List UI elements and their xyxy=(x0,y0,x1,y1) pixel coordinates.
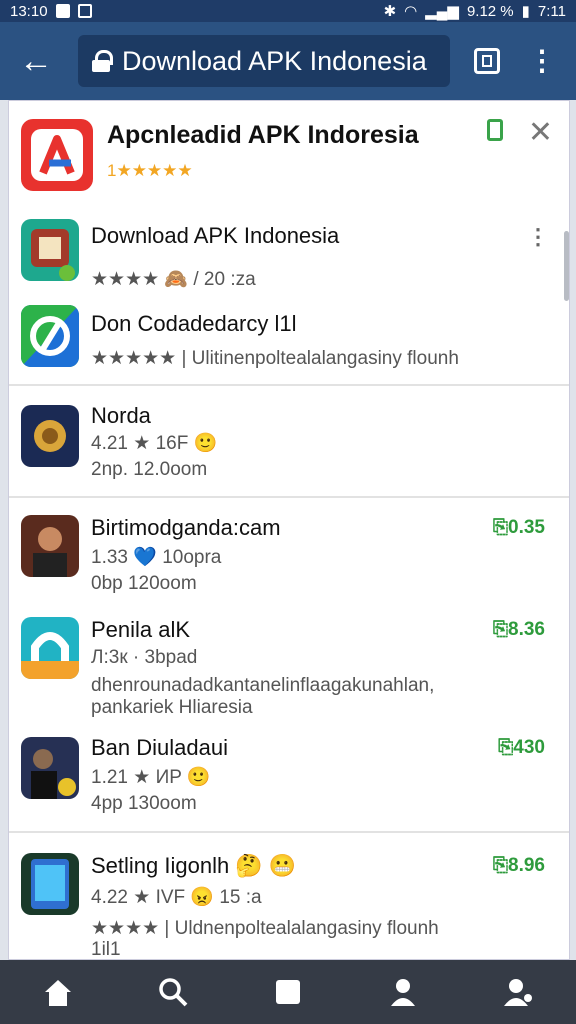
app-meta-1: ★★★★ 🙈 / 20 :za xyxy=(91,269,256,290)
app-icon-5[interactable] xyxy=(21,617,79,679)
url-bar[interactable]: Download APK Indonesia xyxy=(78,35,450,87)
app-meta-6: 1.21 ★ ИP 🙂 xyxy=(91,767,211,788)
notification-icon-2 xyxy=(77,4,92,18)
status-time-right: 7:11 xyxy=(537,2,566,20)
person-screen-icon xyxy=(31,749,76,799)
more-options-icon[interactable]: ⋮ xyxy=(527,226,549,248)
app-icon-3[interactable] xyxy=(21,405,79,467)
app-icon-2[interactable] xyxy=(21,305,79,367)
app-title-4[interactable]: Birtimodganda:cam xyxy=(91,515,281,541)
content-card: Apcnleadid APK Indoresia 1★★★★★ ✕ Downlo… xyxy=(8,100,570,960)
status-bar: 13:10 ✱ ◠ ▂▄▆ 9.12 % ▮ 7:11 xyxy=(0,0,576,22)
tabs-button[interactable] xyxy=(474,48,500,74)
browser-toolbar: ← Download APK Indonesia ⋮ xyxy=(0,22,576,100)
arch-logo-icon xyxy=(21,632,79,679)
app-desc-5: dhenrounadadkantanelinflaagakunahlan, xyxy=(91,675,435,696)
back-arrow-icon[interactable]: ← xyxy=(14,39,58,83)
app-icon-7[interactable] xyxy=(21,853,79,915)
lock-icon xyxy=(92,50,113,72)
header-app-icon[interactable] xyxy=(21,119,93,191)
notification-icon xyxy=(55,4,70,18)
app-price-4[interactable]: ⎘0.35 xyxy=(493,517,545,539)
app-icon-1[interactable] xyxy=(21,219,79,281)
search-icon[interactable] xyxy=(153,972,193,1012)
app-size-6: 4pp 130oom xyxy=(91,793,197,814)
app-title-2[interactable]: Don Codadedarcy l1l xyxy=(91,311,296,337)
install-icon[interactable] xyxy=(487,119,503,141)
url-title: Download APK Indonesia xyxy=(122,45,427,76)
coin-icon xyxy=(34,420,66,452)
header-app-rating: 1★★★★★ xyxy=(107,161,193,180)
app-desc-7b: 1il1 xyxy=(91,939,121,960)
scrollbar[interactable] xyxy=(564,231,569,301)
app-price-7[interactable]: ⎘8.96 xyxy=(493,855,545,877)
apk-logo-icon xyxy=(31,129,83,181)
app-size-4: 0bp 120oom xyxy=(91,573,197,594)
bottom-nav xyxy=(0,960,576,1024)
square-icon[interactable] xyxy=(268,972,308,1012)
app-meta-2: ★★★★★ | Ulitinenpoltealalangasiny flounh xyxy=(91,348,459,369)
app-title-6[interactable]: Ban Diuladaui xyxy=(91,735,228,761)
tabs-icon xyxy=(482,55,492,67)
app-price-5[interactable]: ⎘8.36 xyxy=(493,619,545,641)
app-desc-5b: pankariek Hliaresia xyxy=(91,697,253,718)
wifi-icon: ◠ xyxy=(404,3,418,20)
app-icon-6[interactable] xyxy=(21,737,79,799)
divider xyxy=(9,831,569,833)
status-time-left: 13:10 xyxy=(10,2,48,20)
app-title-5[interactable]: Penila alK xyxy=(91,617,190,643)
bluetooth-icon: ✱ xyxy=(383,3,397,20)
overflow-menu-icon[interactable]: ⋮ xyxy=(528,47,556,75)
signal-icon: ▂▄▆ xyxy=(425,3,459,20)
battery-percent: 9.12 % xyxy=(466,2,514,20)
game-icon xyxy=(31,229,75,281)
app-meta-3: 4.21 ★ 16F 🙂 xyxy=(91,433,218,454)
app-price-6[interactable]: ⎘430 xyxy=(498,737,545,759)
app-title-3[interactable]: Norda xyxy=(91,403,151,429)
avatar-icon xyxy=(33,527,67,577)
app-icon-4[interactable] xyxy=(21,515,79,577)
close-icon[interactable]: ✕ xyxy=(528,115,553,150)
app-title-7[interactable]: Setling Iigonlh 🤔 😬 xyxy=(91,853,296,879)
divider xyxy=(9,496,569,498)
app-meta-5: Л:3к · 3bpad xyxy=(91,647,198,668)
phone-screen-icon xyxy=(31,859,69,909)
refresh-logo-icon xyxy=(21,305,79,367)
app-meta-4: 1.33 💙 10opra xyxy=(91,547,222,568)
person-icon[interactable] xyxy=(383,972,423,1012)
app-desc-7: ★★★★ | Uldnenpoltealalangasiny flounh xyxy=(91,918,439,939)
battery-icon: ▮ xyxy=(521,3,530,20)
profile-icon[interactable] xyxy=(498,972,538,1012)
home-icon[interactable] xyxy=(38,972,78,1012)
header-app-title: Apcnleadid APK Indoresia xyxy=(107,121,419,149)
app-meta-7: 4.22 ★ IVF 😠 15 :a xyxy=(91,887,262,908)
app-title-1[interactable]: Download APK Indonesia xyxy=(91,223,339,249)
app-size-3: 2np. 12.0oom xyxy=(91,459,208,480)
divider xyxy=(9,384,569,386)
